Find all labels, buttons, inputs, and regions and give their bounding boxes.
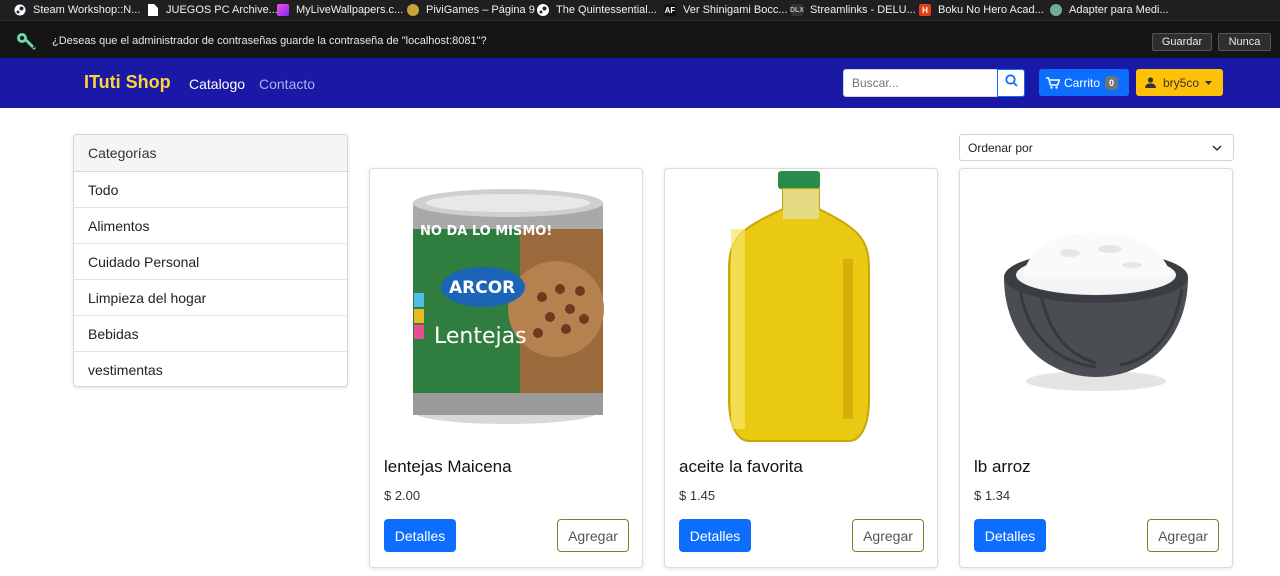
details-button[interactable]: Detalles xyxy=(384,519,456,552)
can-product-text: Lentejas xyxy=(434,324,527,349)
bookmark-label: JUEGOS PC Archive... xyxy=(166,4,278,16)
af-icon: AF xyxy=(664,4,676,16)
bookmark-label: Streamlinks - DELU... xyxy=(810,4,916,16)
bookmark-item[interactable]: JUEGOS PC Archive... xyxy=(147,0,278,20)
bookmark-label: PiviGames – Página 9 xyxy=(426,4,535,16)
pivigames-icon xyxy=(407,4,419,16)
product-price: $ 2.00 xyxy=(384,488,421,503)
never-save-button[interactable]: Nunca xyxy=(1218,33,1271,51)
bookmark-label: Boku No Hero Acad... xyxy=(938,4,1044,16)
product-image-rice[interactable] xyxy=(960,169,1232,443)
chevron-down-icon xyxy=(1211,142,1223,154)
bookmark-item[interactable]: Steam Workshop::N... xyxy=(14,0,147,20)
add-to-cart-button[interactable]: Agregar xyxy=(852,519,924,552)
product-price: $ 1.34 xyxy=(974,488,1011,503)
bookmark-item[interactable]: PiviGames – Página 9 xyxy=(407,0,537,20)
user-label: bry5co xyxy=(1163,75,1200,90)
user-icon xyxy=(1145,77,1156,88)
product-image-oil[interactable] xyxy=(665,169,937,443)
search-icon xyxy=(1004,74,1018,92)
details-button[interactable]: Detalles xyxy=(974,519,1046,552)
bookmark-label: MyLiveWallpapers.c... xyxy=(296,4,404,16)
mylivewallpapers-icon xyxy=(277,4,289,16)
cart-label: Carrito xyxy=(1064,75,1101,90)
file-icon xyxy=(147,4,159,16)
brand-logo[interactable]: ITuti Shop xyxy=(84,72,171,93)
search-input[interactable]: Buscar... xyxy=(843,69,998,97)
cart-count-badge: 0 xyxy=(1105,75,1119,90)
bookmarks-bar: Steam Workshop::N... JUEGOS PC Archive..… xyxy=(0,0,1280,20)
details-button[interactable]: Detalles xyxy=(679,519,751,552)
bookmark-item[interactable]: H Boku No Hero Acad... xyxy=(919,0,1050,20)
category-item-alimentos[interactable]: Alimentos xyxy=(74,208,347,244)
category-item-limpieza[interactable]: Limpieza del hogar xyxy=(74,280,347,316)
product-title[interactable]: lb arroz xyxy=(974,457,1031,477)
bookmark-item[interactable]: DLX Streamlinks - DELU... xyxy=(790,0,919,20)
bookmark-item[interactable]: AF Ver Shinigami Bocc... xyxy=(664,0,791,20)
key-icon xyxy=(16,32,38,52)
steam-icon xyxy=(537,4,549,16)
category-item-vestimentas[interactable]: vestimentas xyxy=(74,352,347,386)
sort-label: Ordenar por xyxy=(968,140,1033,155)
h-icon: H xyxy=(919,4,931,16)
bookmark-label: Adapter para Medi... xyxy=(1069,4,1169,16)
password-save-prompt: ¿Deseas que el administrador de contrase… xyxy=(0,20,1280,58)
bookmark-item[interactable]: Adapter para Medi... xyxy=(1050,0,1175,20)
product-price: $ 1.45 xyxy=(679,488,716,503)
bookmark-label: Steam Workshop::N... xyxy=(33,4,141,16)
save-password-button[interactable]: Guardar xyxy=(1152,33,1212,51)
bookmark-label: Ver Shinigami Bocc... xyxy=(683,4,788,16)
dlx-icon: DLX xyxy=(790,4,804,16)
steam-icon xyxy=(14,4,26,16)
bookmark-item[interactable]: MyLiveWallpapers.c... xyxy=(277,0,407,20)
categories-header: Categorías xyxy=(74,135,347,172)
bookmark-label: The Quintessential... xyxy=(556,4,657,16)
cart-button[interactable]: Carrito 0 xyxy=(1039,69,1129,96)
nav-link-catalogo[interactable]: Catalogo xyxy=(189,76,245,92)
product-image-lentils[interactable]: NO DA LO MISMO! ARCOR Lentejas xyxy=(370,169,642,443)
product-card: lb arroz $ 1.34 Detalles Agregar xyxy=(959,168,1233,568)
search-placeholder: Buscar... xyxy=(852,76,899,90)
can-brand-text: ARCOR xyxy=(449,278,515,298)
chatgpt-icon xyxy=(1050,4,1062,16)
search-button[interactable] xyxy=(997,69,1025,97)
product-title[interactable]: aceite la favorita xyxy=(679,457,803,477)
sort-select[interactable]: Ordenar por xyxy=(959,134,1234,161)
category-item-bebidas[interactable]: Bebidas xyxy=(74,316,347,352)
category-item-todo[interactable]: Todo xyxy=(74,172,347,208)
bookmark-item[interactable]: The Quintessential... xyxy=(537,0,664,20)
caret-down-icon xyxy=(1205,80,1213,85)
add-to-cart-button[interactable]: Agregar xyxy=(557,519,629,552)
product-title[interactable]: lentejas Maicena xyxy=(384,457,512,477)
product-card: aceite la favorita $ 1.45 Detalles Agreg… xyxy=(664,168,938,568)
category-item-cuidado-personal[interactable]: Cuidado Personal xyxy=(74,244,347,280)
user-menu-button[interactable]: bry5co xyxy=(1136,69,1223,96)
add-to-cart-button[interactable]: Agregar xyxy=(1147,519,1219,552)
can-promo-text: NO DA LO MISMO! xyxy=(420,224,552,239)
nav-link-contacto[interactable]: Contacto xyxy=(259,76,315,92)
categories-panel: Categorías Todo Alimentos Cuidado Person… xyxy=(73,134,348,387)
navbar: ITuti Shop Catalogo Contacto Buscar... C… xyxy=(0,58,1280,108)
product-card: NO DA LO MISMO! ARCOR Lentejas lentejas … xyxy=(369,168,643,568)
password-prompt-message: ¿Deseas que el administrador de contrase… xyxy=(52,35,487,47)
cart-icon xyxy=(1046,76,1060,89)
